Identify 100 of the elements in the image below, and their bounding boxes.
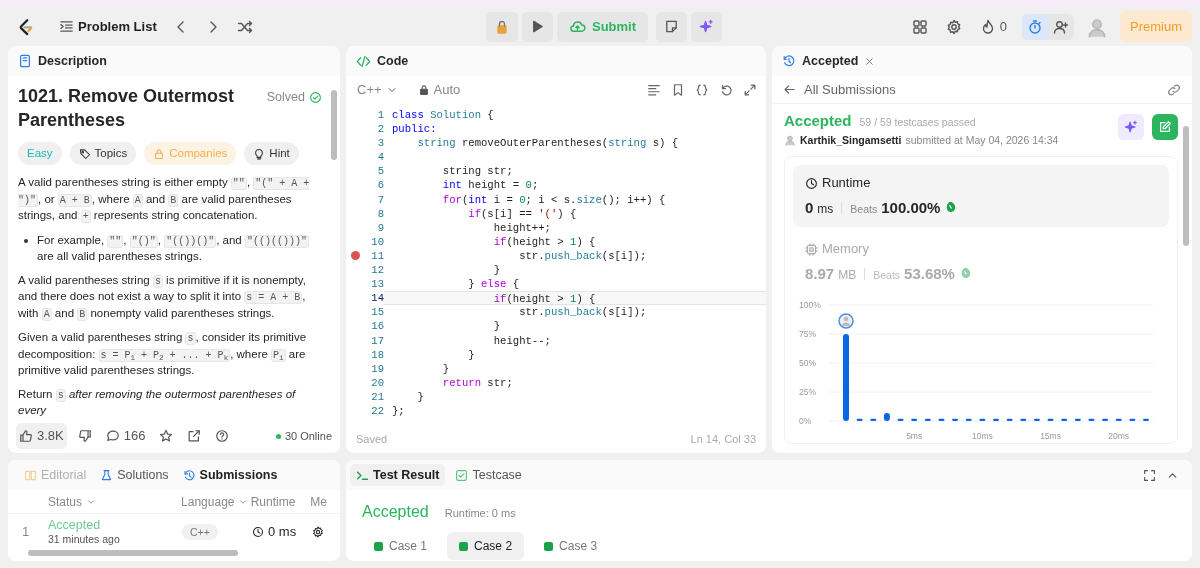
fullscreen-icon <box>1143 468 1156 482</box>
line-number: 8 <box>376 206 384 221</box>
problem-list-button[interactable]: Problem List <box>56 13 160 40</box>
code-line[interactable]: } <box>384 263 766 278</box>
line-number: 17 <box>370 333 384 348</box>
code-line[interactable]: public: <box>384 122 766 137</box>
code-line[interactable]: } <box>384 389 766 404</box>
code-line[interactable]: }; <box>384 403 766 419</box>
username[interactable]: Karthik_Singamsetti <box>800 132 902 149</box>
horizontal-scrollbar-thumb[interactable] <box>28 550 238 556</box>
axis-label: 100% <box>799 300 821 311</box>
tag-chip[interactable]: Hint <box>244 142 299 166</box>
chart-bar[interactable] <box>1047 418 1054 422</box>
chart-bar[interactable] <box>870 418 877 422</box>
beats-label: Beats <box>873 267 901 283</box>
panel-tab[interactable]: Submissions <box>176 463 284 487</box>
braces-button[interactable] <box>694 82 710 98</box>
panel-tab[interactable]: Testcase <box>449 463 528 487</box>
code-line[interactable]: int height = 0; <box>384 178 766 193</box>
code-line[interactable]: for(int i = 0; i < s.size(); i++) { <box>384 192 766 207</box>
axis-label: 5ms <box>906 431 923 442</box>
chart-bar[interactable] <box>1102 418 1109 422</box>
line-number: 6 <box>376 178 384 193</box>
chart-bar[interactable] <box>952 418 959 422</box>
timer-button[interactable] <box>1022 13 1048 40</box>
cloud-upload-icon <box>568 18 586 35</box>
streak-button[interactable]: 0 <box>976 13 1010 40</box>
runtime-value: 0 ms <box>268 523 297 542</box>
panel-tab[interactable]: Solutions <box>94 463 175 487</box>
code-line[interactable]: height++; <box>384 220 766 235</box>
case-tab[interactable]: Case 2 <box>447 532 525 560</box>
chart-bar[interactable] <box>993 418 999 422</box>
chart-bar[interactable] <box>897 418 904 422</box>
code-line[interactable]: } else { <box>384 277 766 292</box>
code-line[interactable]: } <box>384 319 766 334</box>
chart-bar[interactable] <box>1143 418 1149 422</box>
edit-button[interactable] <box>1152 114 1178 140</box>
chart-bar[interactable] <box>1006 418 1013 422</box>
line-number: 2 <box>376 122 384 137</box>
all-submissions-link[interactable]: All Submissions <box>780 76 899 103</box>
code-line[interactable]: class Solution { <box>384 108 766 123</box>
code-line[interactable]: } <box>384 361 766 376</box>
close-button[interactable] <box>864 55 876 67</box>
code-line[interactable]: string removeOuterParentheses(string s) { <box>384 136 766 151</box>
column-header[interactable]: Runtime <box>250 492 311 511</box>
column-header[interactable]: Language <box>181 492 251 511</box>
column-header[interactable]: Me <box>310 492 340 511</box>
code-language-dropdown[interactable]: C++ <box>354 77 401 103</box>
line-number: 12 <box>370 263 384 278</box>
metric-card[interactable]: Runtime 0 ms Beats 100.00% <box>793 165 1169 228</box>
like-button[interactable]: 3.8K <box>16 423 67 449</box>
ai-assistant-button[interactable] <box>691 11 723 42</box>
chart-bar[interactable] <box>1020 418 1027 422</box>
chart-bar[interactable] <box>856 418 863 422</box>
column-header[interactable]: Status <box>48 492 182 511</box>
scrollbar-thumb[interactable] <box>1183 126 1189 246</box>
auto-mode-button[interactable]: Auto <box>414 77 464 103</box>
panel-tab[interactable]: Test Result <box>350 463 446 487</box>
code-line[interactable]: str.push_back(s[i]); <box>384 305 766 320</box>
code-line[interactable]: height--; <box>384 333 766 348</box>
tag-chip[interactable]: Topics <box>69 142 137 166</box>
format-button[interactable] <box>646 82 662 98</box>
scrollbar-thumb[interactable] <box>331 90 337 160</box>
chart-bar[interactable] <box>924 418 931 422</box>
line-number: 13 <box>370 277 384 292</box>
panel-tab[interactable]: Code <box>377 51 409 71</box>
code-line[interactable]: } <box>384 347 766 362</box>
note-button[interactable] <box>656 11 688 42</box>
breakpoint-icon[interactable] <box>351 251 360 261</box>
add-user-icon <box>1053 18 1069 35</box>
axis-label: 15ms <box>1040 431 1061 442</box>
code-line[interactable]: if(height > 1) { <box>384 234 766 249</box>
chart-bar[interactable] <box>1129 418 1136 422</box>
user-avatar-icon <box>784 134 796 147</box>
metric-unit: ms <box>817 200 834 218</box>
chart-bar[interactable] <box>1033 418 1040 422</box>
panel-tab[interactable]: Description <box>38 51 107 71</box>
code-line[interactable]: str.push_back(s[i]); <box>384 248 766 264</box>
chart-bar[interactable] <box>883 413 890 422</box>
case-tab[interactable]: Case 3 <box>532 532 610 560</box>
chart-bar[interactable] <box>1088 418 1095 422</box>
language-tag: C++ <box>182 524 218 541</box>
code-line[interactable]: if(s[i] == '(') { <box>384 206 766 221</box>
chart-bar[interactable] <box>965 418 972 422</box>
chart-bar[interactable] <box>979 418 986 422</box>
chart-bar[interactable] <box>1074 418 1081 422</box>
chart-bar[interactable] <box>1115 418 1122 422</box>
chart-bar[interactable] <box>911 418 918 422</box>
tag-icon <box>78 147 91 160</box>
case-tab[interactable]: Case 1 <box>362 532 440 560</box>
code-icon <box>356 53 371 69</box>
comments-button[interactable]: 166 <box>102 423 149 449</box>
expand-button[interactable] <box>742 82 758 98</box>
chart-bar[interactable] <box>938 418 945 422</box>
panel-tab[interactable]: Accepted <box>802 51 859 71</box>
chart-bar[interactable] <box>1061 418 1068 422</box>
run-button[interactable] <box>521 11 553 42</box>
code-line[interactable]: string str; <box>384 164 766 179</box>
ai-analysis-button[interactable] <box>1118 114 1144 140</box>
code-line[interactable]: return str; <box>384 375 766 390</box>
